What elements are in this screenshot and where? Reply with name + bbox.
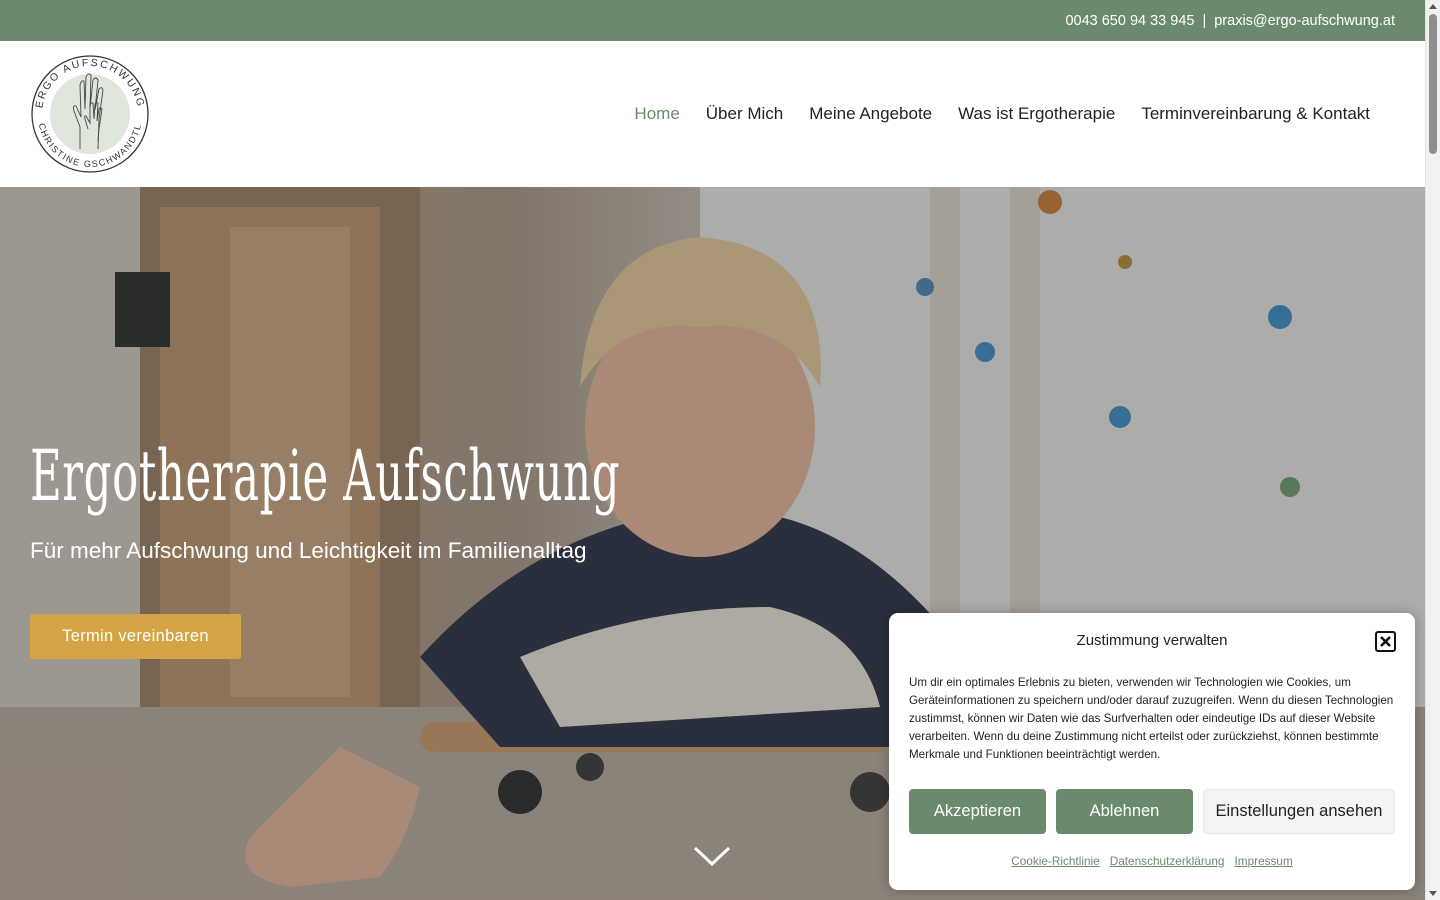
- email-link[interactable]: praxis@ergo-aufschwung.at: [1214, 13, 1395, 29]
- hero-title: Ergotherapie Aufschwung: [30, 435, 621, 517]
- site-logo[interactable]: ERGO AUFSCHWUNG CHRISTINE GSCHWANDTL: [28, 49, 152, 179]
- consent-links: Cookie-Richtlinie Datenschutzerklärung I…: [889, 854, 1415, 868]
- deny-button[interactable]: Ablehnen: [1056, 789, 1193, 834]
- book-appointment-button[interactable]: Termin vereinbaren: [30, 614, 241, 659]
- nav-item-angebote[interactable]: Meine Angebote: [809, 104, 932, 124]
- hero-subtitle: Für mehr Aufschwung und Leichtigkeit im …: [30, 538, 587, 563]
- top-contact-bar: 0043 650 94 33 945 | praxis@ergo-aufschw…: [0, 0, 1425, 41]
- consent-title: Zustimmung verwalten: [1076, 632, 1228, 649]
- main-nav: Home Über Mich Meine Angebote Was ist Er…: [608, 41, 1370, 187]
- scrollbar-thumb[interactable]: [1429, 14, 1437, 154]
- nav-item-ergotherapie[interactable]: Was ist Ergotherapie: [958, 104, 1115, 124]
- separator: |: [1202, 12, 1207, 29]
- chevron-down-icon[interactable]: [693, 844, 731, 868]
- accept-button[interactable]: Akzeptieren: [909, 789, 1046, 834]
- view-settings-button[interactable]: Einstellungen ansehen: [1203, 789, 1395, 834]
- cookie-policy-link[interactable]: Cookie-Richtlinie: [1011, 854, 1100, 868]
- cookie-consent-dialog: Zustimmung verwalten Um dir ein optimale…: [889, 613, 1415, 890]
- nav-item-kontakt[interactable]: Terminvereinbarung & Kontakt: [1141, 104, 1370, 124]
- consent-description: Um dir ein optimales Erlebnis zu bieten,…: [909, 676, 1394, 761]
- phone-link[interactable]: 0043 650 94 33 945: [1065, 13, 1194, 29]
- nav-item-ueber-mich[interactable]: Über Mich: [706, 104, 783, 124]
- page-scrollbar[interactable]: [1425, 0, 1440, 900]
- scroll-up-icon[interactable]: [1429, 4, 1437, 9]
- scroll-down-icon[interactable]: [1429, 891, 1437, 896]
- imprint-link[interactable]: Impressum: [1234, 854, 1292, 868]
- site-header: ERGO AUFSCHWUNG CHRISTINE GSCHWANDTL Hom…: [0, 41, 1425, 187]
- privacy-policy-link[interactable]: Datenschutzerklärung: [1110, 854, 1225, 868]
- nav-item-home[interactable]: Home: [634, 104, 679, 124]
- close-icon[interactable]: [1375, 631, 1396, 652]
